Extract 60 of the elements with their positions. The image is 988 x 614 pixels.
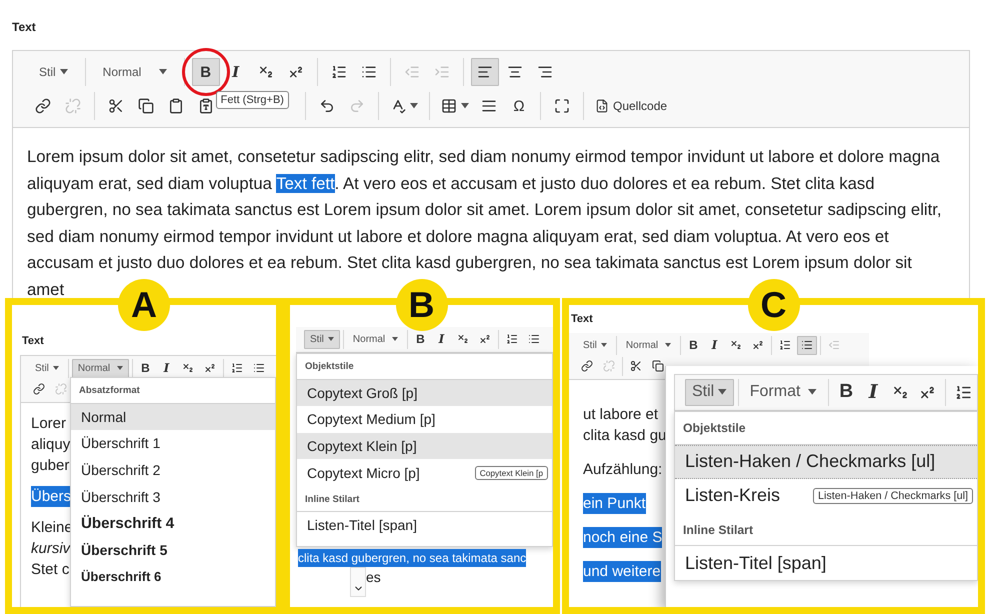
- tooltip: Listen-Haken / Checkmarks [ul]: [812, 488, 973, 504]
- text-fragment: Übers: [31, 486, 72, 507]
- special-character-button[interactable]: Ω: [505, 92, 533, 120]
- italic-button[interactable]: I: [156, 358, 176, 378]
- style-dropdown[interactable]: Normal: [92, 58, 177, 86]
- section-title: Text: [11, 19, 37, 36]
- menu-section-header: Inline Stilart: [675, 512, 977, 546]
- menu-item[interactable]: Listen-Titel [span]: [675, 546, 977, 580]
- style-dropdown[interactable]: Stil: [304, 330, 340, 349]
- text-fragment: clita kasd gubergren, no sea takimata sanc: [298, 548, 526, 567]
- italic-button[interactable]: I: [704, 336, 724, 355]
- source-button[interactable]: Quellcode: [591, 92, 672, 120]
- bold-button[interactable]: B: [410, 330, 430, 349]
- menu-item[interactable]: Normal: [71, 404, 275, 430]
- panel-label: C: [748, 278, 800, 331]
- menu-item[interactable]: Copytext Klein [p]: [297, 432, 552, 460]
- bold-button[interactable]: B: [684, 336, 703, 355]
- text-fragment: Stet c: [31, 560, 70, 580]
- tooltip: Fett (Strg+B): [216, 91, 289, 109]
- text-fragment: Lorer: [31, 414, 66, 434]
- menu-section-header: Inline Stilart: [297, 486, 552, 512]
- text-fragment: noch eine S: [583, 526, 662, 548]
- text-fragment: kursiv: [31, 538, 70, 559]
- text-fragment: es: [366, 568, 381, 587]
- italic-button[interactable]: I: [222, 58, 250, 86]
- tooltip: Copytext Klein [p: [474, 466, 548, 480]
- menu-item[interactable]: Listen-Kreis Listen-Haken / Checkmarks [ul]: [675, 478, 977, 513]
- bold-button[interactable]: B: [192, 58, 220, 86]
- style-dropdown[interactable]: Normal: [72, 358, 129, 378]
- menu-item[interactable]: Listen-Titel [span]: [297, 512, 552, 538]
- style-dropdown[interactable]: Stil: [29, 358, 65, 378]
- style-dropdown[interactable]: Stil: [577, 336, 613, 355]
- text-fragment: ut labore et: [583, 404, 658, 425]
- style-dropdown[interactable]: Stil: [29, 58, 78, 86]
- text-fragment: aliquy: [31, 434, 70, 455]
- text-fragment: Aufzählung:: [583, 460, 662, 480]
- section-title: Text: [21, 334, 45, 349]
- menu-item[interactable]: Copytext Groß [p]: [297, 380, 552, 406]
- style-dropdown[interactable]: Normal: [346, 330, 404, 349]
- text-fragment: und weitere: [583, 560, 661, 582]
- section-title: Text: [570, 312, 594, 327]
- text-fragment: ein Punkt: [583, 492, 646, 514]
- menu-item[interactable]: Listen-Haken / Checkmarks [ul]: [675, 444, 977, 479]
- menu-item[interactable]: Überschrift 4: [71, 510, 275, 537]
- menu-item[interactable]: Überschrift 5: [71, 536, 275, 564]
- menu-item[interactable]: Überschrift 2: [71, 456, 275, 484]
- menu-item[interactable]: Überschrift 1: [71, 430, 275, 457]
- style-dropdown[interactable]: Stil: [685, 378, 734, 406]
- style-dropdown[interactable]: Format: [742, 378, 824, 406]
- bold-button[interactable]: B: [832, 378, 860, 406]
- menu-item[interactable]: Copytext Medium [p]: [297, 406, 552, 433]
- bold-button[interactable]: B: [136, 358, 155, 378]
- italic-button[interactable]: I: [860, 378, 887, 406]
- menu-item[interactable]: Überschrift 6: [71, 563, 275, 590]
- italic-button[interactable]: I: [432, 330, 451, 349]
- panel-label: B: [396, 278, 448, 331]
- menu-item[interactable]: Überschrift 3: [71, 483, 275, 510]
- menu-item[interactable]: Copytext Micro [p] Copytext Klein [p: [297, 459, 552, 486]
- text-fragment: guber: [31, 456, 70, 476]
- style-dropdown[interactable]: Normal: [620, 336, 677, 355]
